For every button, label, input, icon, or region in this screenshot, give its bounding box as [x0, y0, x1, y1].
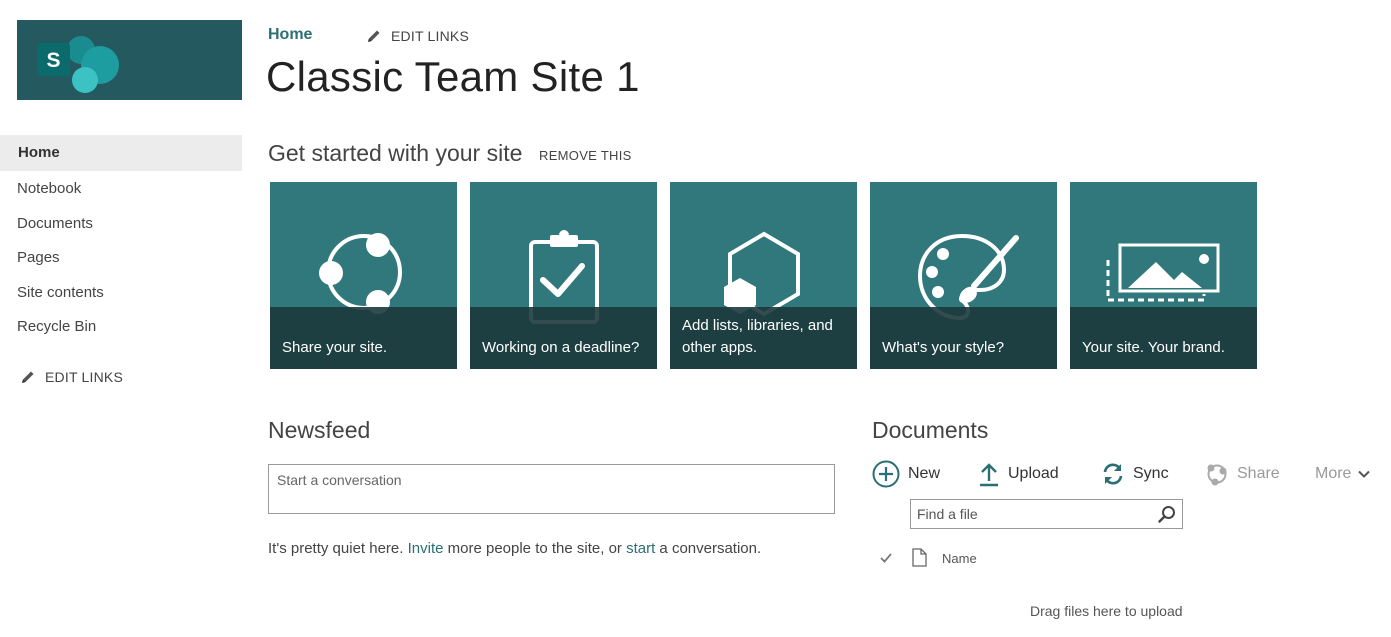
upload-button[interactable]: Upload [978, 460, 1059, 488]
quiet-text: It's pretty quiet here. [268, 540, 408, 557]
chevron-down-icon [1358, 470, 1371, 478]
pencil-icon [368, 30, 380, 42]
find-file-input[interactable] [911, 500, 1153, 528]
tile-share-site[interactable]: Share your site. [270, 182, 457, 369]
new-label: New [908, 465, 941, 482]
select-all-check-icon[interactable] [879, 551, 893, 565]
new-button[interactable]: New [872, 460, 940, 488]
sidebar-item-home[interactable]: Home [0, 135, 242, 171]
sidebar-edit-links[interactable]: EDIT LINKS [20, 369, 123, 385]
share-button[interactable]: Share [1205, 460, 1280, 488]
tile-add-apps[interactable]: Add lists, libraries, and other apps. [670, 182, 857, 369]
tile-label: What's your style? [882, 339, 1005, 356]
sidebar-edit-links-label: EDIT LINKS [45, 369, 123, 385]
tile-label: Your site. Your brand. [1082, 339, 1225, 356]
sidebar-item-documents[interactable]: Documents [17, 206, 242, 242]
tile-label: Add lists, libraries, and other apps. [682, 317, 833, 356]
tile-working-deadline[interactable]: Working on a deadline? [470, 182, 657, 369]
start-link[interactable]: start [626, 540, 655, 557]
share-label: Share [1237, 465, 1280, 482]
upload-icon [980, 463, 998, 487]
sidebar-item-pages[interactable]: Pages [17, 240, 242, 276]
drag-upload-hint: Drag files here to upload [1030, 603, 1183, 619]
get-started-heading: Get started with your site [268, 140, 523, 166]
tile-your-style[interactable]: What's your style? [870, 182, 1057, 369]
column-header-name[interactable]: Name [942, 551, 977, 566]
pencil-icon [22, 371, 34, 383]
page-title: Classic Team Site 1 [266, 53, 640, 100]
newsfeed-empty-message: It's pretty quiet here. Invite more peop… [268, 540, 761, 557]
more-label: More [1315, 465, 1352, 482]
invite-link[interactable]: Invite [408, 540, 444, 557]
top-edit-links-label: EDIT LINKS [391, 28, 469, 44]
breadcrumb-home[interactable]: Home [268, 26, 312, 44]
conversation-box [268, 464, 835, 514]
site-logo[interactable]: S [17, 20, 242, 100]
upload-label: Upload [1008, 465, 1059, 482]
more-button[interactable]: More [1315, 460, 1371, 488]
logo-letter: S [46, 49, 60, 72]
top-edit-links[interactable]: EDIT LINKS [366, 28, 469, 44]
newsfeed-heading: Newsfeed [268, 417, 371, 443]
sync-button[interactable]: Sync [1101, 460, 1169, 488]
documents-heading: Documents [872, 417, 989, 443]
quiet-text: more people to the site, or [443, 540, 627, 557]
sync-label: Sync [1133, 465, 1169, 482]
sidebar-item-recycle-bin[interactable]: Recycle Bin [17, 309, 242, 345]
quiet-text: a conversation. [655, 540, 762, 557]
file-type-icon [912, 548, 927, 567]
conversation-input[interactable] [269, 465, 834, 495]
sidebar-item-site-contents[interactable]: Site contents [17, 275, 242, 311]
sidebar-item-notebook[interactable]: Notebook [17, 171, 242, 207]
tile-label: Share your site. [282, 339, 388, 356]
plus-circle-icon [872, 460, 900, 488]
find-file-box [910, 499, 1183, 529]
sharepoint-logo-icon: S [37, 36, 119, 93]
tile-your-brand[interactable]: Your site. Your brand. [1070, 182, 1257, 369]
remove-this-link[interactable]: REMOVE THIS [539, 148, 632, 163]
tile-label: Working on a deadline? [482, 339, 640, 356]
search-icon[interactable] [1158, 505, 1176, 523]
share-icon [1207, 464, 1227, 486]
sync-icon [1103, 463, 1123, 485]
